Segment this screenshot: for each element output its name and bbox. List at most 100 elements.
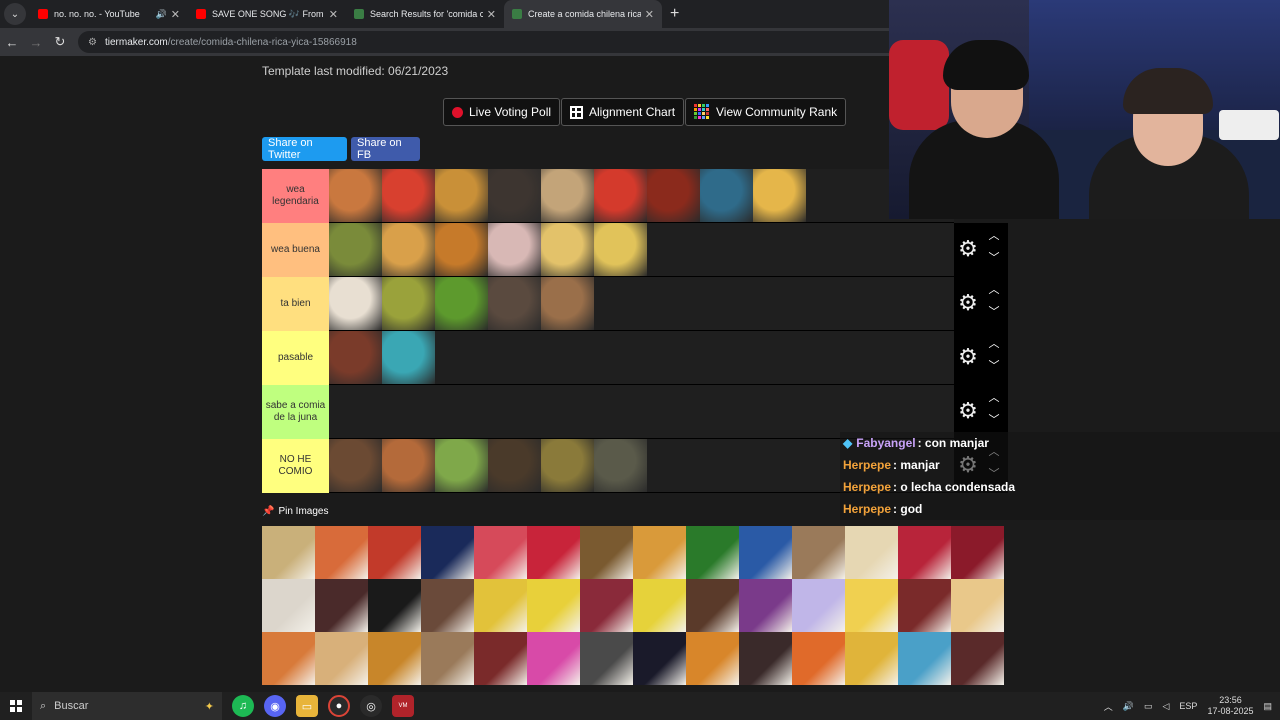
- pool-food-image[interactable]: [474, 632, 527, 685]
- tier-label[interactable]: ta bien: [262, 277, 329, 331]
- pool-food-image[interactable]: [898, 632, 951, 685]
- pool-food-image[interactable]: [315, 526, 368, 579]
- food-image[interactable]: [488, 439, 541, 492]
- pool-food-image[interactable]: [580, 579, 633, 632]
- pool-food-image[interactable]: [633, 632, 686, 685]
- food-image[interactable]: [329, 331, 382, 384]
- pool-food-image[interactable]: [527, 632, 580, 685]
- tab-audio-icon[interactable]: 🔊: [156, 9, 167, 20]
- pool-food-image[interactable]: [739, 632, 792, 685]
- obs-icon[interactable]: ◎: [360, 695, 382, 717]
- food-image[interactable]: [382, 223, 435, 276]
- move-tier-down-icon[interactable]: ﹀: [986, 357, 1002, 373]
- move-tier-down-icon[interactable]: ﹀: [986, 303, 1002, 319]
- food-image[interactable]: [541, 169, 594, 222]
- volume-icon[interactable]: ◁: [1163, 701, 1170, 712]
- food-image[interactable]: [594, 439, 647, 492]
- browser-tab-1[interactable]: SAVE ONE SONG 🎶 From A to ✕: [188, 0, 346, 28]
- tray-chevron-icon[interactable]: ︿: [1104, 700, 1113, 713]
- pool-food-image[interactable]: [951, 579, 1004, 632]
- new-tab-icon[interactable]: +: [670, 5, 679, 23]
- tab-close-icon[interactable]: ✕: [487, 8, 496, 21]
- pool-food-image[interactable]: [421, 526, 474, 579]
- pool-food-image[interactable]: [845, 632, 898, 685]
- pool-food-image[interactable]: [527, 579, 580, 632]
- pool-food-image[interactable]: [474, 526, 527, 579]
- pool-food-image[interactable]: [580, 526, 633, 579]
- back-icon[interactable]: ←: [0, 35, 24, 50]
- food-image[interactable]: [435, 277, 488, 330]
- food-image[interactable]: [382, 169, 435, 222]
- food-image[interactable]: [435, 439, 488, 492]
- move-tier-up-icon[interactable]: ︿: [986, 389, 1002, 405]
- browser-tab-3[interactable]: Create a comida chilena rica yica ✕: [504, 0, 662, 28]
- pool-food-image[interactable]: [792, 526, 845, 579]
- food-image[interactable]: [329, 169, 382, 222]
- pool-food-image[interactable]: [845, 526, 898, 579]
- food-image[interactable]: [435, 169, 488, 222]
- pool-food-image[interactable]: [633, 579, 686, 632]
- share-twitter-button[interactable]: Share on Twitter: [262, 137, 347, 161]
- speaker-icon[interactable]: 🔊: [1123, 701, 1134, 712]
- tier-settings-gear-icon[interactable]: ⚙: [956, 345, 980, 369]
- tier-label[interactable]: pasable: [262, 331, 329, 385]
- notifications-icon[interactable]: ▤: [1263, 701, 1272, 712]
- pin-images[interactable]: 📌 Pin Images: [262, 506, 328, 517]
- start-button[interactable]: [0, 692, 32, 720]
- food-image[interactable]: [382, 439, 435, 492]
- pool-food-image[interactable]: [262, 632, 315, 685]
- pool-food-image[interactable]: [580, 632, 633, 685]
- pool-food-image[interactable]: [368, 579, 421, 632]
- food-image[interactable]: [435, 223, 488, 276]
- pool-food-image[interactable]: [792, 579, 845, 632]
- tab-close-icon[interactable]: ✕: [329, 8, 338, 21]
- food-image[interactable]: [753, 169, 806, 222]
- food-image[interactable]: [329, 439, 382, 492]
- tier-settings-gear-icon[interactable]: ⚙: [956, 399, 980, 423]
- pool-food-image[interactable]: [951, 526, 1004, 579]
- food-image[interactable]: [488, 223, 541, 276]
- move-tier-up-icon[interactable]: ︿: [986, 281, 1002, 297]
- move-tier-up-icon[interactable]: ︿: [986, 335, 1002, 351]
- move-tier-down-icon[interactable]: ﹀: [986, 249, 1002, 265]
- tab-close-icon[interactable]: ✕: [645, 8, 654, 21]
- pool-food-image[interactable]: [262, 579, 315, 632]
- pool-food-image[interactable]: [315, 579, 368, 632]
- spotify-icon[interactable]: ♫: [232, 695, 254, 717]
- chrome-icon[interactable]: ●: [328, 695, 350, 717]
- clock[interactable]: 23:56 17-08-2025: [1207, 695, 1253, 717]
- food-image[interactable]: [488, 277, 541, 330]
- move-tier-down-icon[interactable]: ﹀: [986, 411, 1002, 427]
- pool-food-image[interactable]: [686, 526, 739, 579]
- food-image[interactable]: [329, 277, 382, 330]
- share-fb-button[interactable]: Share on FB: [351, 137, 420, 161]
- pool-food-image[interactable]: [315, 632, 368, 685]
- pool-food-image[interactable]: [368, 526, 421, 579]
- pool-food-image[interactable]: [739, 579, 792, 632]
- tier-label[interactable]: wea legendaria: [262, 169, 329, 223]
- forward-icon[interactable]: →: [24, 35, 48, 50]
- tier-settings-gear-icon[interactable]: ⚙: [956, 291, 980, 315]
- voicemeeter-icon[interactable]: VM: [392, 695, 414, 717]
- taskbar-search[interactable]: ⌕ Buscar ✦: [32, 692, 222, 720]
- tier-settings-gear-icon[interactable]: ⚙: [956, 237, 980, 261]
- reload-icon[interactable]: ↻: [48, 34, 72, 50]
- food-image[interactable]: [329, 223, 382, 276]
- pool-food-image[interactable]: [527, 526, 580, 579]
- pool-food-image[interactable]: [898, 526, 951, 579]
- tier-label[interactable]: sabe a comia de la juna: [262, 385, 329, 439]
- live-voting-poll-button[interactable]: Live Voting Poll: [443, 98, 561, 126]
- tab-search-icon[interactable]: ⌄: [4, 3, 26, 25]
- food-image[interactable]: [541, 277, 594, 330]
- food-image[interactable]: [541, 439, 594, 492]
- language-indicator[interactable]: ESP: [1179, 701, 1197, 711]
- pool-food-image[interactable]: [421, 579, 474, 632]
- food-image[interactable]: [594, 169, 647, 222]
- site-info-icon[interactable]: ⚙: [88, 37, 97, 48]
- pool-food-image[interactable]: [792, 632, 845, 685]
- pool-food-image[interactable]: [421, 632, 474, 685]
- food-image[interactable]: [382, 277, 435, 330]
- food-image[interactable]: [594, 223, 647, 276]
- pool-food-image[interactable]: [633, 526, 686, 579]
- pool-food-image[interactable]: [898, 579, 951, 632]
